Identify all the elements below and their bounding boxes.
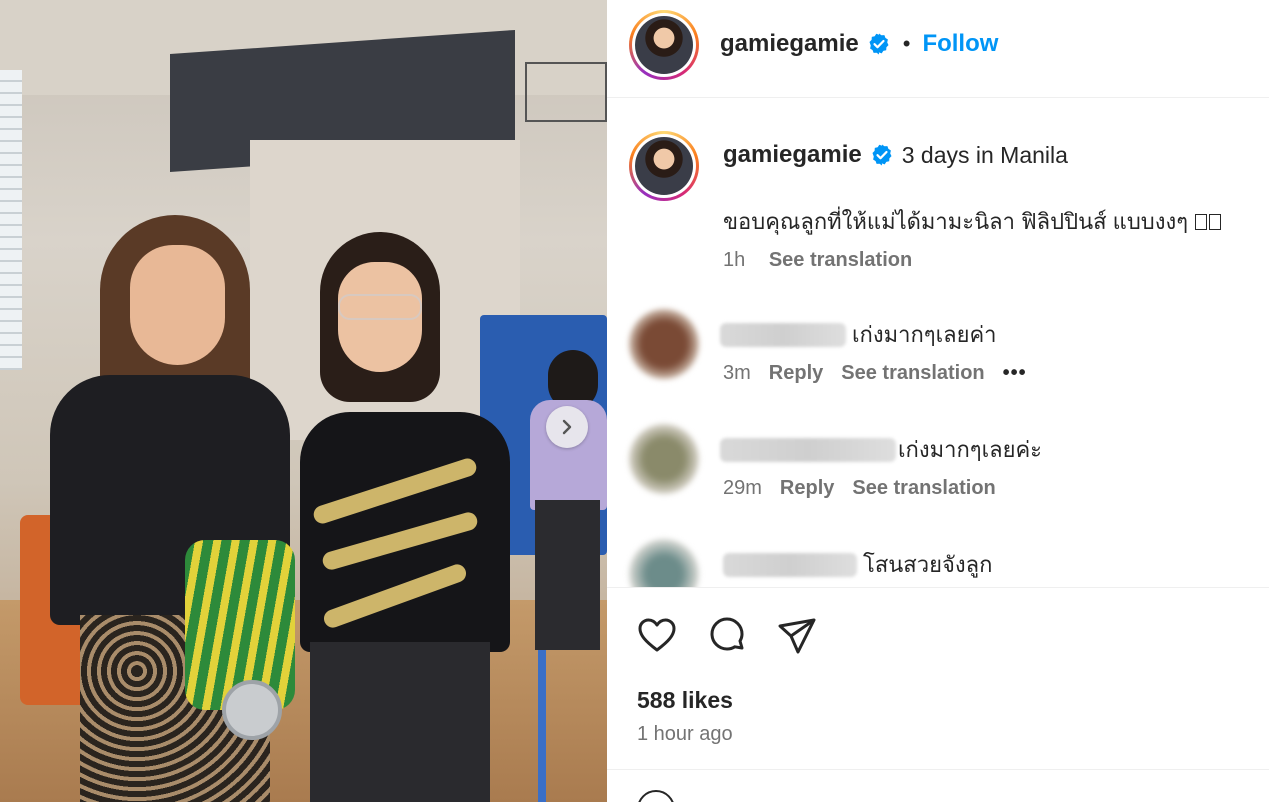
avatar-image: [635, 16, 693, 74]
comment-text: เก่งมากๆเลยค่า: [852, 322, 997, 347]
commenter-username-blurred[interactable]: [720, 437, 896, 462]
reply-link[interactable]: Reply: [780, 477, 834, 500]
caption-author-avatar[interactable]: [629, 131, 699, 201]
comment-item: โสนสวยจังลูก: [607, 539, 1269, 587]
comment-meta: 3m Reply See translation •••: [723, 362, 1045, 385]
emoji-glyph: [1194, 214, 1207, 230]
follow-button[interactable]: Follow: [922, 30, 998, 58]
see-translation-link[interactable]: See translation: [841, 362, 984, 385]
post-timestamp[interactable]: 1 hour ago: [637, 723, 733, 746]
comment-item: เก่งมากๆเลยค่า 3m Reply See translation …: [607, 309, 1269, 419]
see-translation-link[interactable]: See translation: [769, 249, 912, 271]
comment-age: 29m: [723, 477, 762, 499]
comments-list[interactable]: gamiegamie 3 days in Manila ขอบคุณลูกที่…: [607, 99, 1269, 587]
comment-item: เก่งมากๆเลยค่ะ 29m Reply See translation: [607, 424, 1269, 534]
comment-icon[interactable]: [705, 614, 749, 658]
verified-badge-icon: [872, 144, 892, 166]
post-actions: 588 likes 1 hour ago: [607, 587, 1269, 770]
comment-text: เก่งมากๆเลยค่ะ: [898, 437, 1042, 462]
commenter-username-blurred[interactable]: [723, 552, 857, 577]
commenter-avatar[interactable]: [629, 309, 699, 379]
comment-text: โสนสวยจังลูก: [863, 552, 993, 577]
chevron-right-icon: [562, 419, 572, 435]
commenter-username-blurred[interactable]: [720, 322, 846, 347]
caption-author-username[interactable]: gamiegamie: [723, 141, 862, 169]
see-translation-link[interactable]: See translation: [852, 477, 995, 500]
photo-medal: [222, 680, 282, 740]
post-location-text: 3 days in Manila: [901, 141, 1068, 168]
reply-link[interactable]: Reply: [769, 362, 823, 385]
commenter-avatar[interactable]: [629, 424, 699, 494]
photo-basketball-hoop: [525, 62, 607, 122]
post-header: gamiegamie • Follow: [607, 0, 1269, 98]
likes-count[interactable]: 588 likes: [637, 687, 733, 714]
separator-dot: •: [902, 31, 911, 56]
verified-badge-icon: [869, 33, 889, 55]
photo-background-person: [520, 350, 607, 650]
more-options-icon[interactable]: •••: [1003, 362, 1027, 385]
author-avatar[interactable]: [629, 10, 699, 80]
photo-girl: [280, 232, 520, 802]
author-username[interactable]: gamiegamie: [720, 30, 859, 58]
emoji-glyph: [1208, 214, 1221, 230]
caption-age: 1h: [723, 249, 746, 271]
commenter-avatar[interactable]: [629, 539, 699, 587]
comment-meta: 29m Reply See translation: [723, 477, 1014, 500]
post-side-panel: gamiegamie • Follow gamiegamie 3 days in…: [607, 0, 1269, 802]
caption-row: gamiegamie 3 days in Manila ขอบคุณลูกที่…: [607, 99, 1269, 299]
share-icon[interactable]: [775, 614, 819, 658]
comment-age: 3m: [723, 362, 751, 384]
next-photo-button[interactable]: [546, 406, 588, 448]
caption-meta: 1h See translation: [723, 249, 930, 272]
caption-text: ขอบคุณลูกที่ให้แม่ได้มามะนิลา ฟิลิปปินส์…: [723, 209, 1189, 234]
heart-icon[interactable]: [635, 614, 679, 658]
photo-window: [0, 70, 22, 370]
emoji-picker-icon[interactable]: [637, 790, 675, 802]
post-photo: [0, 0, 607, 802]
